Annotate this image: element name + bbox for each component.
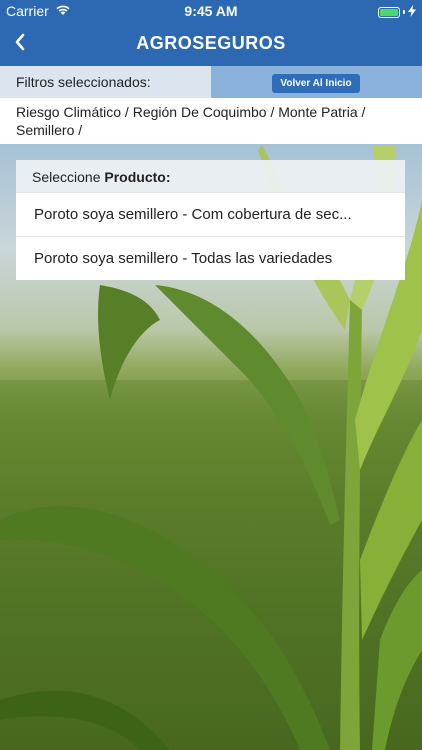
product-option[interactable]: Poroto soya semillero - Todas las varied…: [16, 236, 405, 280]
battery-icon: [378, 6, 400, 18]
product-option[interactable]: Poroto soya semillero - Com cobertura de…: [16, 192, 405, 236]
battery-cap: [403, 10, 405, 14]
product-selector-header: Seleccione Producto:: [16, 160, 405, 192]
charging-bolt-icon: [408, 4, 416, 20]
header-prefix: Seleccione: [32, 169, 101, 185]
filters-label: Filtros seleccionados:: [0, 66, 211, 98]
status-time: 9:45 AM: [184, 3, 238, 19]
navigation-bar: AGROSEGUROS: [0, 22, 422, 66]
filters-bar: Filtros seleccionados: Volver Al Inicio: [0, 66, 422, 98]
app-screen: Carrier 9:45 AM AGROSEGUROS Filtros sele…: [0, 0, 422, 750]
page-title: AGROSEGUROS: [136, 33, 286, 53]
status-right: [378, 4, 416, 20]
header-bold: Producto:: [104, 169, 171, 185]
selected-filters-path: Riesgo Climático / Región De Coquimbo / …: [0, 98, 422, 144]
back-to-home-button[interactable]: Volver Al Inicio: [272, 74, 360, 93]
product-selector: Seleccione Producto: Poroto soya semille…: [16, 160, 405, 282]
filters-actions: Volver Al Inicio: [211, 66, 422, 98]
status-bar: Carrier 9:45 AM: [0, 0, 422, 22]
